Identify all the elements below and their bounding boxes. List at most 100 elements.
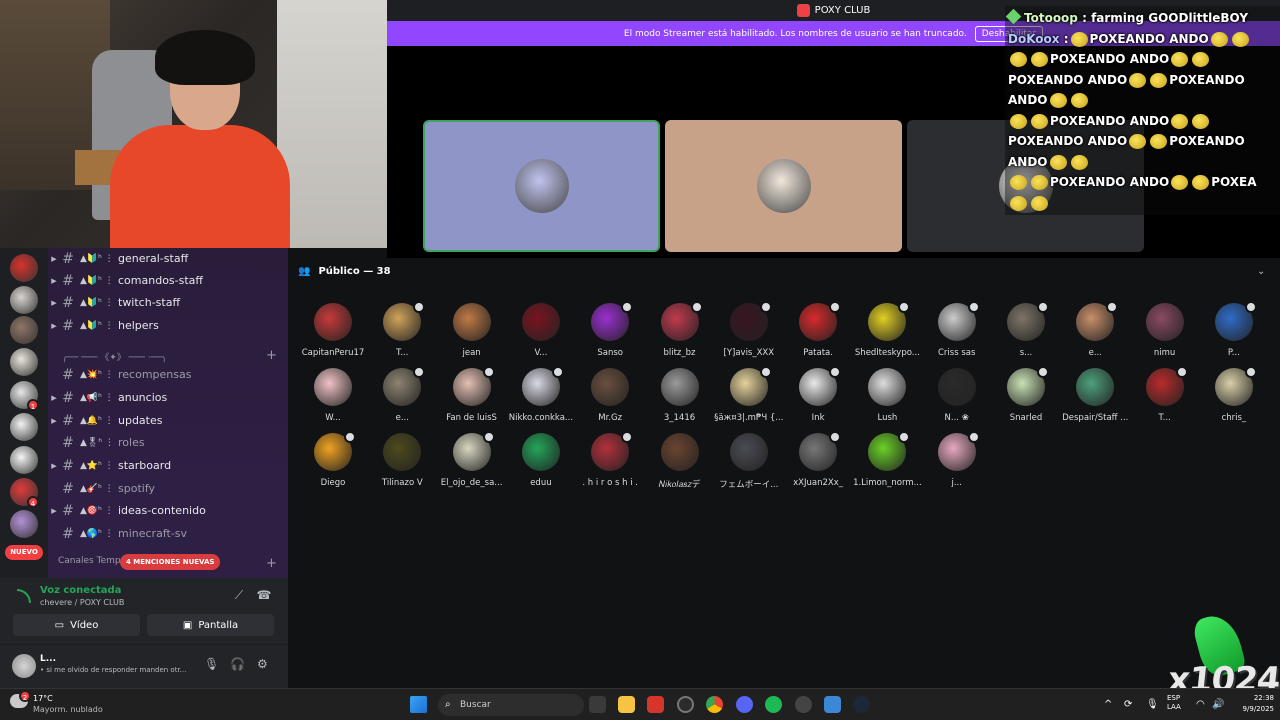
audience-member[interactable]: chris_ bbox=[1197, 366, 1271, 428]
expand-arrow-icon[interactable]: ▶ bbox=[48, 507, 60, 515]
disconnect-icon[interactable]: ☎ bbox=[256, 588, 272, 604]
expand-arrow-icon[interactable]: ▶ bbox=[48, 299, 60, 307]
server-icon[interactable] bbox=[10, 286, 38, 314]
audience-member[interactable]: P... bbox=[1197, 301, 1271, 363]
audience-member[interactable]: El_ojo_de_sa... bbox=[435, 431, 509, 493]
channel-general-staff[interactable]: ▶ # ▲🔰ʰ ⋮ general-staff bbox=[48, 248, 288, 269]
audience-member[interactable]: Lush bbox=[850, 368, 924, 428]
server-icon[interactable] bbox=[10, 316, 38, 344]
audience-member[interactable]: 𝑁𝑖𝑘𝑜𝑙𝑎𝑠𝑧デ bbox=[643, 433, 717, 493]
audience-member[interactable]: Fan de luisS bbox=[435, 366, 509, 428]
add-channel-icon-2[interactable]: + bbox=[266, 556, 277, 571]
tray-sync-icon[interactable]: ⟳ bbox=[1124, 699, 1132, 710]
new-mentions-pill[interactable]: 4 MENCIONES NUEVAS bbox=[120, 554, 221, 570]
expand-arrow-icon[interactable]: ▶ bbox=[48, 394, 60, 402]
audience-member[interactable]: eduu bbox=[504, 433, 578, 493]
settings-gear-icon[interactable]: ⚙ bbox=[257, 657, 268, 671]
channel-roles[interactable]: # ▲🎖ʰ ⋮ roles bbox=[48, 432, 288, 453]
server-icon[interactable] bbox=[10, 254, 38, 282]
channel-helpers[interactable]: ▶ # ▲🔰ʰ ⋮ helpers bbox=[48, 315, 288, 336]
steam-icon[interactable] bbox=[853, 696, 870, 713]
audience-member[interactable]: . h i r o s h i . bbox=[573, 431, 647, 493]
audience-member[interactable]: j... bbox=[920, 431, 994, 493]
audience-member[interactable]: Nikko.conkka... bbox=[504, 366, 578, 428]
server-icon[interactable] bbox=[10, 413, 38, 441]
expand-arrow-icon[interactable]: ▶ bbox=[48, 322, 60, 330]
audience-member[interactable]: N... ❀ bbox=[920, 368, 994, 428]
screen-share-button[interactable]: ▣ Pantalla bbox=[147, 614, 274, 636]
obs-icon[interactable] bbox=[795, 696, 812, 713]
audience-member[interactable]: Mr.Gz bbox=[573, 368, 647, 428]
audience-member[interactable]: CapitanPeru17 bbox=[296, 303, 370, 363]
audience-header[interactable]: 👥 Público — 38 bbox=[298, 266, 391, 277]
user-name[interactable]: L... bbox=[40, 654, 56, 664]
channel-ideas-contenido[interactable]: ▶ # ▲🎯ʰ ⋮ ideas-contenido bbox=[48, 500, 288, 521]
stage-tile[interactable] bbox=[423, 120, 660, 252]
voice-status[interactable]: Voz conectada bbox=[40, 585, 121, 596]
audience-member[interactable]: T... bbox=[1128, 366, 1202, 428]
audience-member[interactable]: W... bbox=[296, 368, 370, 428]
audience-member[interactable]: blitz_bz bbox=[643, 301, 717, 363]
spotify-icon[interactable] bbox=[765, 696, 782, 713]
channel-spotify[interactable]: # ▲🎸ʰ ⋮ spotify bbox=[48, 478, 288, 499]
add-channel-icon[interactable]: + bbox=[266, 348, 277, 363]
clock-date[interactable]: 9/9/2025 bbox=[1228, 705, 1274, 713]
expand-arrow-icon[interactable]: ▶ bbox=[48, 255, 60, 263]
voice-location[interactable]: chevere / POXY CLUB bbox=[40, 598, 124, 607]
audience-member[interactable]: フェムボーイ... bbox=[712, 433, 786, 493]
audience-member[interactable]: 3_1416 bbox=[643, 368, 717, 428]
taskbar-search[interactable]: ⌕ Buscar bbox=[438, 694, 584, 716]
microphone-icon[interactable]: 🎙 bbox=[204, 657, 219, 671]
file-explorer-icon[interactable] bbox=[618, 696, 635, 713]
audience-member[interactable]: Despair/Staff ... bbox=[1058, 368, 1132, 428]
category-temp-channels[interactable]: Canales Tempo bbox=[58, 556, 126, 566]
audience-member[interactable]: Sanso bbox=[573, 301, 647, 363]
noise-suppression-icon[interactable]: ⟋ bbox=[231, 588, 247, 604]
audience-member[interactable]: s... bbox=[989, 301, 1063, 363]
volume-icon[interactable]: 🔊 bbox=[1212, 699, 1224, 710]
audience-member[interactable]: nimu bbox=[1128, 303, 1202, 363]
server-icon[interactable] bbox=[10, 510, 38, 538]
channel-starboard[interactable]: ▶ # ▲⭐ʰ ⋮ starboard bbox=[48, 455, 288, 476]
audience-member[interactable]: Patata. bbox=[781, 301, 855, 363]
tray-mic-icon[interactable]: 🎙 bbox=[1146, 699, 1159, 710]
app-circle-icon[interactable] bbox=[677, 696, 694, 713]
weather-temp[interactable]: 17°C bbox=[33, 694, 53, 703]
audience-member[interactable]: V... bbox=[504, 303, 578, 363]
channel-minecraft-sv[interactable]: # ▲🌎ʰ ⋮ minecraft-sv bbox=[48, 523, 288, 544]
chrome-icon[interactable] bbox=[706, 696, 723, 713]
audience-member[interactable]: Ink bbox=[781, 366, 855, 428]
audience-member[interactable]: Tilinazo V bbox=[365, 433, 439, 493]
audience-member[interactable]: [Y]avis_XXX bbox=[712, 301, 786, 363]
headphones-icon[interactable]: 🎧 bbox=[230, 657, 245, 671]
weather-desc[interactable]: Mayorm. nublado bbox=[33, 705, 103, 714]
expand-arrow-icon[interactable]: ▶ bbox=[48, 277, 60, 285]
notepad-icon[interactable] bbox=[824, 696, 841, 713]
server-icon[interactable] bbox=[10, 348, 38, 376]
wifi-icon[interactable]: ◠ bbox=[1196, 699, 1205, 710]
task-view-icon[interactable] bbox=[589, 696, 606, 713]
windows-start-icon[interactable] bbox=[410, 696, 427, 713]
audience-member[interactable]: jean bbox=[435, 303, 509, 363]
channel-comandos-staff[interactable]: ▶ # ▲🔰ʰ ⋮ comandos-staff bbox=[48, 270, 288, 291]
audience-member[interactable]: xXJuan2Xx_ bbox=[781, 431, 855, 493]
collapse-chevron-icon[interactable]: ⌄ bbox=[1257, 266, 1265, 277]
clock-time[interactable]: 22:38 bbox=[1234, 694, 1274, 702]
audience-member[interactable]: e... bbox=[365, 366, 439, 428]
channel-updates[interactable]: ▶ # ▲🔔ʰ ⋮ updates bbox=[48, 410, 288, 431]
audience-member[interactable]: 1.Limon_norm... bbox=[850, 431, 924, 493]
audience-member[interactable]: T... bbox=[365, 301, 439, 363]
app-red-icon[interactable] bbox=[647, 696, 664, 713]
expand-arrow-icon[interactable]: ▶ bbox=[48, 417, 60, 425]
user-avatar[interactable] bbox=[12, 654, 36, 678]
channel-twitch-staff[interactable]: ▶ # ▲🔰ʰ ⋮ twitch-staff bbox=[48, 292, 288, 313]
audience-member[interactable]: Diego bbox=[296, 431, 370, 493]
discord-icon[interactable] bbox=[736, 696, 753, 713]
tray-chevron-icon[interactable]: ^ bbox=[1104, 699, 1112, 710]
audience-member[interactable]: Shedlteskypo... bbox=[850, 301, 924, 363]
keyboard-language[interactable]: ESP LAA bbox=[1167, 694, 1181, 712]
server-icon[interactable] bbox=[10, 446, 38, 474]
channel-anuncios[interactable]: ▶ # ▲📢ʰ ⋮ anuncios bbox=[48, 387, 288, 408]
audience-member[interactable]: Snarled bbox=[989, 366, 1063, 428]
expand-arrow-icon[interactable]: ▶ bbox=[48, 462, 60, 470]
